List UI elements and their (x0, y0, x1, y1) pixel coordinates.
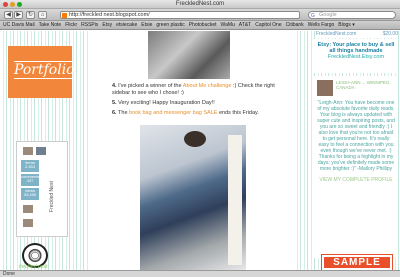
right-sidebar: FreckledNest.com $20.00 Etsy: Your place… (300, 31, 400, 270)
forward-button[interactable]: ▶ (14, 11, 23, 19)
google-search-icon: G (311, 13, 315, 19)
favicon-icon (62, 13, 67, 18)
flickr-comments-stat: comments 437 (21, 174, 39, 186)
list-text: I've picked a winner of the (118, 83, 183, 89)
flickr-thumbnail[interactable] (22, 218, 34, 228)
reload-button[interactable]: ↻ (26, 11, 35, 19)
list-text: Very exciting! Happy Inauguration Day!! (118, 100, 215, 106)
portfolio-button[interactable]: Portfolio (8, 46, 75, 98)
status-bar: Done (0, 270, 400, 277)
bookmark-item[interactable]: AT&T (239, 22, 251, 28)
title-bar: FreckledNest.com (0, 0, 400, 9)
flickr-thumbnail[interactable] (35, 146, 47, 156)
bookmark-item[interactable]: etsiecake (116, 22, 137, 28)
bookmark-item[interactable]: Photobucket (189, 22, 217, 28)
home-button[interactable]: ⌂ (38, 11, 47, 19)
bookmark-item[interactable]: Flickr (65, 22, 77, 28)
bookmark-item[interactable]: WaMu (221, 22, 235, 28)
flickr-badge[interactable]: items 2,453 comments 437 views 33,450 Fr… (16, 141, 68, 237)
testimonial-box: LEIGH-ANN ... WINNIPEG, CANADA "Leigh-An… (314, 76, 398, 258)
bookmark-item[interactable]: Etsy (102, 22, 112, 28)
post-list: 4. I've picked a winner of the About Me … (112, 83, 290, 120)
bookmark-item[interactable]: Etsie (141, 22, 152, 28)
reload-icon: ↻ (27, 12, 34, 18)
bookmark-item[interactable]: green plastic (156, 22, 184, 28)
list-number: 6. (112, 110, 117, 116)
sample-sale-button[interactable]: SAMPLE (321, 254, 393, 270)
search-placeholder: Google (319, 12, 337, 18)
home-icon: ⌂ (40, 12, 45, 18)
search-field[interactable]: G Google (308, 11, 396, 19)
flickr-views-stat: views 33,450 (21, 188, 39, 200)
browser-toolbar: ◀ ▶ ↻ ⌂ http://freckled nest.blogspot.co… (0, 9, 400, 21)
list-number: 4. (112, 83, 117, 89)
bookmark-item[interactable]: Citibank (286, 22, 304, 28)
window-title: FreckledNest.com (175, 1, 225, 7)
bag-sale-link[interactable]: book bag and messenger bag SALE (129, 110, 217, 116)
list-item: 5. Very exciting! Happy Inauguration Day… (112, 100, 290, 107)
list-text: ends this Friday. (217, 110, 259, 116)
avatar (317, 80, 333, 96)
bookmark-item[interactable]: RSSPix (81, 22, 98, 28)
flickr-thumbnail[interactable] (22, 146, 34, 156)
bookmarks-menu[interactable]: Blogs ▾ (338, 22, 354, 28)
address-url: http://freckled nest.blogspot.com/ (69, 12, 150, 18)
post-top-photo (148, 31, 230, 79)
etsy-ad[interactable]: Etsy: Your place to buy & sell all thing… (314, 39, 398, 73)
photo-door (228, 135, 242, 265)
list-item: 6. The book bag and messenger bag SALE e… (112, 110, 290, 117)
bookmark-item[interactable]: Wells Fargo (308, 22, 335, 28)
post-photo (140, 125, 246, 270)
list-text: The (118, 110, 130, 116)
web-page: Portfolio items 2,453 comments 437 views… (0, 31, 400, 270)
photo-subject (184, 131, 206, 147)
etsy-url-link[interactable]: FreckledNest.Etsy.com (314, 54, 398, 60)
portfolio-label: Portfolio (14, 61, 75, 79)
flickr-thumbnail[interactable] (22, 204, 34, 214)
bookmark-item[interactable]: UC Davis Mail (3, 22, 35, 28)
left-sidebar: Portfolio items 2,453 comments 437 views… (0, 31, 88, 270)
flickr-side-label: Freckled Nest (49, 181, 55, 212)
price-shop-label: FreckledNest.com (316, 31, 357, 37)
view-profile-link[interactable]: VIEW MY COMPLETE PROFILE (317, 177, 395, 183)
price-bar: FreckledNest.com $20.00 (316, 31, 398, 38)
address-bar[interactable]: http://freckled nest.blogspot.com/ (60, 11, 300, 19)
list-item: 4. I've picked a winner of the About Me … (112, 83, 290, 97)
main-post: 4. I've picked a winner of the About Me … (88, 31, 296, 270)
flickr-items-stat: items 2,453 (21, 160, 39, 172)
bookmarks-bar: UC Davis Mail Take Note Flickr RSSPix Et… (0, 21, 400, 30)
price-value: $20.00 (382, 31, 398, 37)
list-number: 5. (112, 100, 117, 106)
back-button[interactable]: ◀ (4, 11, 13, 19)
bookmark-item[interactable]: Capitol One (255, 22, 281, 28)
etsy-headline: Etsy: Your place to buy & sell all thing… (317, 42, 395, 54)
bookmark-item[interactable]: Take Note (39, 22, 62, 28)
about-me-challenge-link[interactable]: About Me challenge (183, 83, 232, 89)
testimonial-quote: "Leigh-Ann: You have become one of my ab… (317, 100, 395, 172)
